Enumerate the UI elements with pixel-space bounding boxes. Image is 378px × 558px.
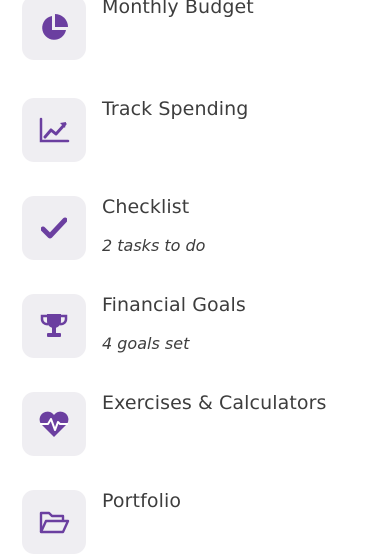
menu-item-label: Exercises & Calculators <box>102 392 327 414</box>
menu-item-label: Monthly Budget <box>102 0 254 18</box>
menu-item-monthly-budget[interactable]: Monthly Budget <box>22 0 372 64</box>
menu-item-portfolio[interactable]: Portfolio <box>22 490 372 554</box>
menu-item-financial-goals[interactable]: Financial Goals 4 goals set <box>22 294 372 358</box>
checkmark-icon <box>22 196 86 260</box>
menu-item-exercises-calculators[interactable]: Exercises & Calculators <box>22 392 372 456</box>
feature-menu: Monthly Budget Track Spending Checklist … <box>0 0 378 558</box>
menu-item-label: Portfolio <box>102 490 182 512</box>
trophy-icon <box>22 294 86 358</box>
trend-chart-icon <box>22 98 86 162</box>
heartbeat-icon <box>22 392 86 456</box>
menu-item-track-spending[interactable]: Track Spending <box>22 98 372 162</box>
menu-item-checklist[interactable]: Checklist 2 tasks to do <box>22 196 372 260</box>
menu-item-label: Checklist <box>102 196 190 218</box>
menu-item-label: Financial Goals <box>102 294 246 316</box>
menu-item-label: Track Spending <box>102 98 249 120</box>
menu-item-sublabel: 4 goals set <box>102 334 190 353</box>
pie-chart-icon <box>22 0 86 60</box>
folder-open-icon <box>22 490 86 554</box>
menu-item-sublabel: 2 tasks to do <box>102 236 206 255</box>
